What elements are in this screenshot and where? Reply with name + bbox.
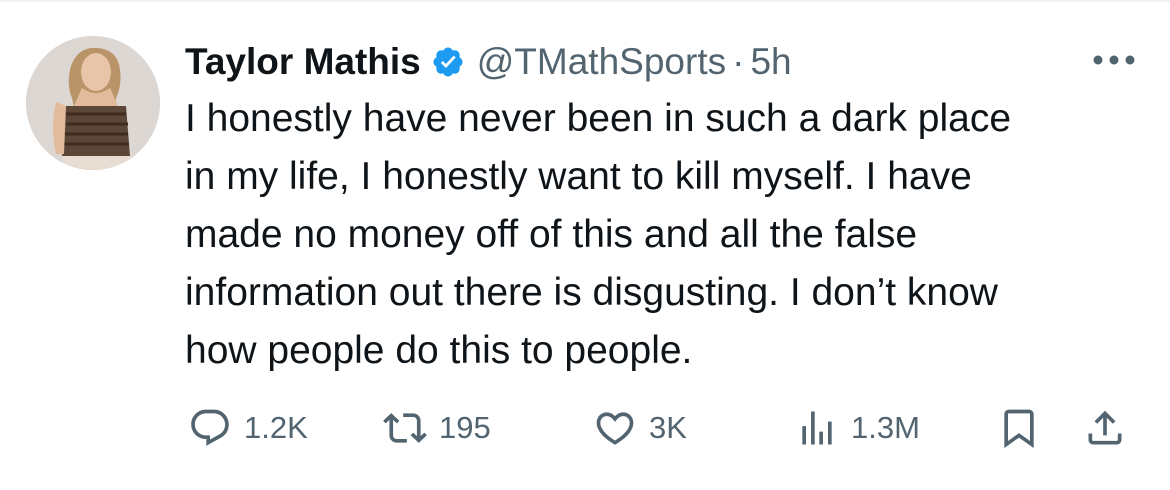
- bar-chart-icon: [802, 411, 832, 445]
- tweet-text-line: made no money off of this and all the fa…: [185, 213, 918, 256]
- share-upload-icon: [1088, 410, 1122, 445]
- tweet-card[interactable]: Taylor Mathis @TMathSports · 5h I honest…: [0, 0, 1170, 490]
- like-count: 3K: [649, 410, 687, 445]
- repost-button[interactable]: 195: [383, 398, 491, 458]
- user-handle[interactable]: @TMathSports: [477, 41, 726, 83]
- views-button[interactable]: 1.3M: [795, 398, 920, 458]
- bookmark-icon: [1004, 409, 1034, 449]
- verified-badge-icon: [431, 45, 465, 79]
- heart-icon: [596, 412, 634, 445]
- repost-count: 195: [439, 410, 491, 445]
- tweet-header: Taylor Mathis @TMathSports · 5h: [185, 34, 792, 90]
- avatar[interactable]: [26, 36, 160, 170]
- like-button[interactable]: 3K: [593, 398, 687, 458]
- separator-dot: ·: [732, 41, 745, 82]
- view-count: 1.3M: [851, 410, 920, 445]
- avatar-image: [26, 36, 160, 170]
- timestamp[interactable]: 5h: [750, 41, 791, 83]
- tweet-text: I honestly have never been in such a dar…: [185, 90, 1155, 380]
- share-button[interactable]: [1083, 398, 1127, 458]
- reply-button[interactable]: 1.2K: [188, 398, 308, 458]
- tweet-text-line: how people do this to people.: [185, 329, 693, 372]
- tweet-text-line: information out there is disgusting. I d…: [185, 271, 998, 314]
- reply-bubble-icon: [191, 409, 229, 446]
- action-bar: 1.2K 195 3K 1.3M: [0, 398, 1170, 458]
- display-name[interactable]: Taylor Mathis: [185, 41, 421, 83]
- bookmark-button[interactable]: [997, 398, 1041, 458]
- tweet-text-line: I honestly have never been in such a dar…: [185, 97, 1012, 140]
- reply-count: 1.2K: [244, 410, 308, 445]
- tweet-text-line: in my life, I honestly want to kill myse…: [185, 155, 972, 198]
- more-horizontal-icon[interactable]: [1086, 46, 1142, 74]
- repost-arrows-icon: [383, 413, 427, 443]
